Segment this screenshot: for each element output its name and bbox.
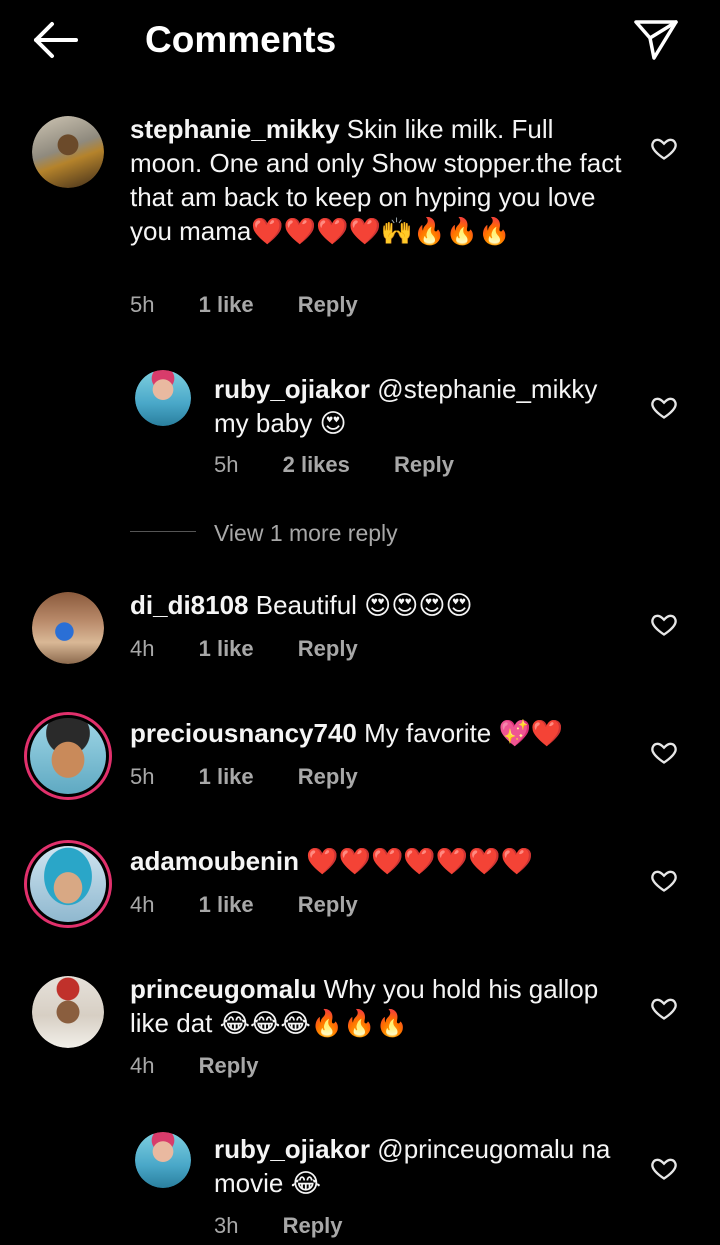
- comment-body: adamoubenin ❤️❤️❤️❤️❤️❤️❤️: [130, 844, 630, 878]
- reply-button[interactable]: Reply: [199, 1051, 259, 1081]
- reply-button[interactable]: Reply: [298, 290, 358, 320]
- comment-time: 3h: [214, 1213, 239, 1238]
- like-button[interactable]: [650, 994, 678, 1022]
- heart-outline-icon: [651, 998, 677, 1020]
- comment-username[interactable]: di_di8108: [130, 590, 249, 620]
- reply-button[interactable]: Reply: [298, 634, 358, 664]
- comment-meta: 4h Reply: [130, 1051, 297, 1081]
- comment-time: 4h: [130, 636, 155, 661]
- divider: [130, 531, 196, 532]
- avatar-story-ring[interactable]: [24, 840, 112, 928]
- like-button[interactable]: [650, 866, 678, 894]
- comment-meta: 5h 1 like Reply: [130, 762, 396, 792]
- comment-likes[interactable]: 1 like: [199, 634, 254, 664]
- reply-button[interactable]: Reply: [298, 890, 358, 920]
- comment-meta: 3h Reply: [214, 1211, 381, 1241]
- comment-body: princeugomalu Why you hold his gallop li…: [130, 972, 630, 1040]
- like-button[interactable]: [650, 738, 678, 766]
- back-button[interactable]: [30, 18, 82, 62]
- reply-button[interactable]: Reply: [298, 762, 358, 792]
- comment-text: ❤️❤️❤️❤️❤️❤️❤️: [306, 846, 533, 876]
- share-button[interactable]: [632, 16, 680, 64]
- comment-likes[interactable]: 1 like: [199, 290, 254, 320]
- reply-button[interactable]: Reply: [394, 450, 454, 480]
- paper-plane-icon: [634, 20, 678, 60]
- arrow-left-icon: [34, 22, 78, 58]
- comment-meta: 5h 2 likes Reply: [214, 450, 492, 480]
- comment-username[interactable]: preciousnancy740: [130, 718, 357, 748]
- comment-body: ruby_ojiakor @princeugomalu na movie 😂: [214, 1132, 634, 1200]
- comment-text: My favorite 💖❤️: [364, 718, 564, 748]
- comment-time: 5h: [130, 292, 155, 317]
- avatar[interactable]: [135, 370, 191, 426]
- comment-likes[interactable]: 1 like: [199, 762, 254, 792]
- like-button[interactable]: [650, 610, 678, 638]
- comment-username[interactable]: princeugomalu: [130, 974, 316, 1004]
- view-more-label: View 1 more reply: [214, 520, 398, 546]
- comment-meta: 4h 1 like Reply: [130, 890, 396, 920]
- avatar[interactable]: [32, 592, 104, 664]
- comment-meta: 4h 1 like Reply: [130, 634, 396, 664]
- comment-text: Beautiful 😍😍😍😍: [255, 590, 473, 620]
- heart-outline-icon: [651, 742, 677, 764]
- like-button[interactable]: [650, 134, 678, 162]
- comment-time: 4h: [130, 892, 155, 917]
- avatar[interactable]: [32, 976, 104, 1048]
- page-title: Comments: [145, 19, 337, 60]
- comment-username[interactable]: stephanie_mikky: [130, 114, 340, 144]
- like-button[interactable]: [650, 393, 678, 421]
- avatar[interactable]: [135, 1132, 191, 1188]
- like-button[interactable]: [650, 1154, 678, 1182]
- comment-body: di_di8108 Beautiful 😍😍😍😍: [130, 588, 630, 622]
- comment-username[interactable]: ruby_ojiakor: [214, 1134, 370, 1164]
- header-bar: Comments: [0, 0, 720, 80]
- heart-outline-icon: [651, 1158, 677, 1180]
- comment-username[interactable]: adamoubenin: [130, 846, 299, 876]
- comment-meta: 5h 1 like Reply: [130, 290, 396, 320]
- heart-outline-icon: [651, 138, 677, 160]
- comment-body: preciousnancy740 My favorite 💖❤️: [130, 716, 630, 750]
- comment-likes[interactable]: 1 like: [199, 890, 254, 920]
- heart-outline-icon: [651, 614, 677, 636]
- heart-outline-icon: [651, 397, 677, 419]
- heart-outline-icon: [651, 870, 677, 892]
- comment-time: 5h: [130, 764, 155, 789]
- comment-likes[interactable]: 2 likes: [283, 450, 350, 480]
- reply-button[interactable]: Reply: [283, 1211, 343, 1241]
- comment-username[interactable]: ruby_ojiakor: [214, 374, 370, 404]
- comment-time: 4h: [130, 1053, 155, 1078]
- avatar-story-ring[interactable]: [24, 712, 112, 800]
- comment-body: ruby_ojiakor @stephanie_mikky my baby 😍: [214, 372, 624, 440]
- comment-time: 5h: [214, 452, 239, 477]
- comment-body: stephanie_mikky Skin like milk. Full moo…: [130, 112, 630, 248]
- avatar[interactable]: [32, 116, 104, 188]
